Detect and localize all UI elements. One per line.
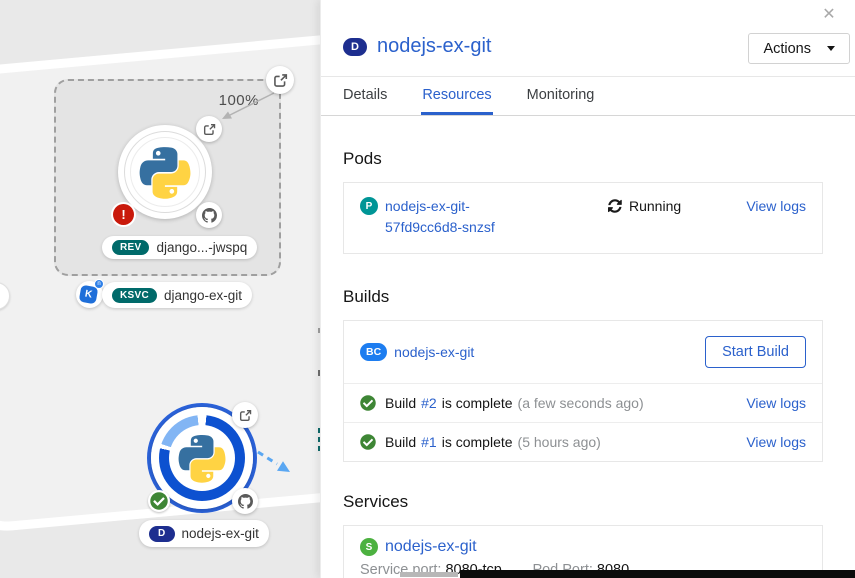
source-code-decorator[interactable] [196, 202, 222, 228]
builds-card: BC nodejs-ex-git Start Build Build #2 is… [343, 320, 823, 462]
pod-status-text: Running [629, 198, 681, 214]
deployment-type-badge: D [343, 38, 367, 56]
pods-heading: Pods [343, 149, 823, 169]
python-logo-icon [178, 434, 226, 483]
knative-service-label-pill[interactable]: KSVC django-ex-git [102, 282, 252, 308]
build-config-type-badge: BC [360, 343, 387, 361]
tab-details[interactable]: Details [342, 77, 388, 115]
build-age: (5 hours ago) [518, 434, 601, 450]
panel-body: Pods P nodejs-ex-git-57fd9cc6d8-snzsf Ru… [321, 149, 855, 578]
deployment-node-center[interactable] [169, 425, 235, 491]
build-age: (a few seconds ago) [518, 395, 644, 411]
pods-card: P nodejs-ex-git-57fd9cc6d8-snzsf Running… [343, 182, 823, 254]
start-build-button[interactable]: Start Build [705, 336, 806, 368]
traffic-percent-label: 100% [219, 92, 259, 109]
ksvc-type-badge: KSVC [112, 288, 157, 303]
knative-icon: K n [76, 281, 103, 308]
deployment-label-pill[interactable]: D nodejs-ex-git [139, 520, 269, 547]
build-label: Build [385, 395, 416, 411]
build-status-text: is complete [442, 395, 513, 411]
view-logs-link[interactable]: View logs [746, 434, 806, 450]
route-decorator[interactable] [232, 402, 258, 428]
alert-glyph: ! [121, 207, 125, 222]
alert-badge[interactable]: ! [113, 204, 134, 225]
pod-type-badge: P [360, 197, 378, 215]
actions-label: Actions [763, 41, 811, 57]
knative-service-name: django-ex-git [164, 288, 242, 303]
revision-label-pill[interactable]: REV django...-jwspq [102, 236, 257, 259]
source-code-decorator[interactable] [232, 488, 258, 514]
rev-type-badge: REV [112, 240, 149, 255]
tab-resources[interactable]: Resources [421, 77, 492, 115]
build-status-text: is complete [442, 434, 513, 450]
service-name-link[interactable]: nodejs-ex-git [385, 538, 477, 556]
bottom-black-bar [460, 570, 855, 578]
build-status-row: Build #1 is complete (5 hours ago) View … [344, 422, 822, 461]
close-icon[interactable]: ✕ [816, 2, 842, 26]
revision-node-inner-ring [130, 137, 200, 207]
build-success-badge[interactable] [148, 490, 170, 512]
external-link-icon [203, 123, 216, 136]
check-circle-icon [150, 492, 168, 510]
route-decorator[interactable] [266, 66, 294, 94]
build-config-link[interactable]: nodejs-ex-git [394, 344, 474, 360]
panel-tabs: Details Resources Monitoring [321, 77, 855, 116]
github-icon [202, 208, 217, 223]
panel-header: ✕ D nodejs-ex-git Actions [321, 0, 855, 77]
bottom-bar-fragment [400, 572, 458, 577]
deployment-type-badge: D [149, 526, 175, 542]
actions-dropdown[interactable]: Actions [748, 33, 850, 64]
check-circle-icon [360, 434, 376, 450]
build-status-row: Build #2 is complete (a few seconds ago)… [344, 383, 822, 422]
service-type-badge: S [360, 538, 378, 556]
services-heading: Services [343, 492, 823, 512]
build-label: Build [385, 434, 416, 450]
builds-heading: Builds [343, 287, 823, 307]
view-logs-link[interactable]: View logs [746, 395, 806, 411]
revision-node[interactable] [118, 125, 212, 219]
chevron-down-icon [827, 46, 835, 51]
build-number-link[interactable]: #2 [421, 395, 437, 411]
external-link-icon [239, 409, 252, 422]
check-circle-icon [360, 395, 376, 411]
page-title[interactable]: nodejs-ex-git [377, 35, 492, 58]
resource-side-panel: ✕ D nodejs-ex-git Actions Details Resour… [320, 0, 855, 578]
github-icon [238, 494, 253, 509]
view-logs-link[interactable]: View logs [746, 198, 806, 214]
knative-superscript: n [94, 279, 104, 289]
pod-name-link[interactable]: nodejs-ex-git-57fd9cc6d8-snzsf [385, 196, 545, 238]
pod-row: P nodejs-ex-git-57fd9cc6d8-snzsf Running… [344, 183, 822, 253]
tab-monitoring[interactable]: Monitoring [526, 77, 596, 115]
deployment-name: nodejs-ex-git [182, 526, 259, 541]
revision-name: django...-jwspq [156, 240, 247, 255]
build-config-row: BC nodejs-ex-git Start Build [344, 321, 822, 383]
route-decorator-node[interactable] [196, 116, 222, 142]
build-number-link[interactable]: #1 [421, 434, 437, 450]
external-link-icon [273, 73, 288, 88]
sync-icon [608, 199, 622, 213]
